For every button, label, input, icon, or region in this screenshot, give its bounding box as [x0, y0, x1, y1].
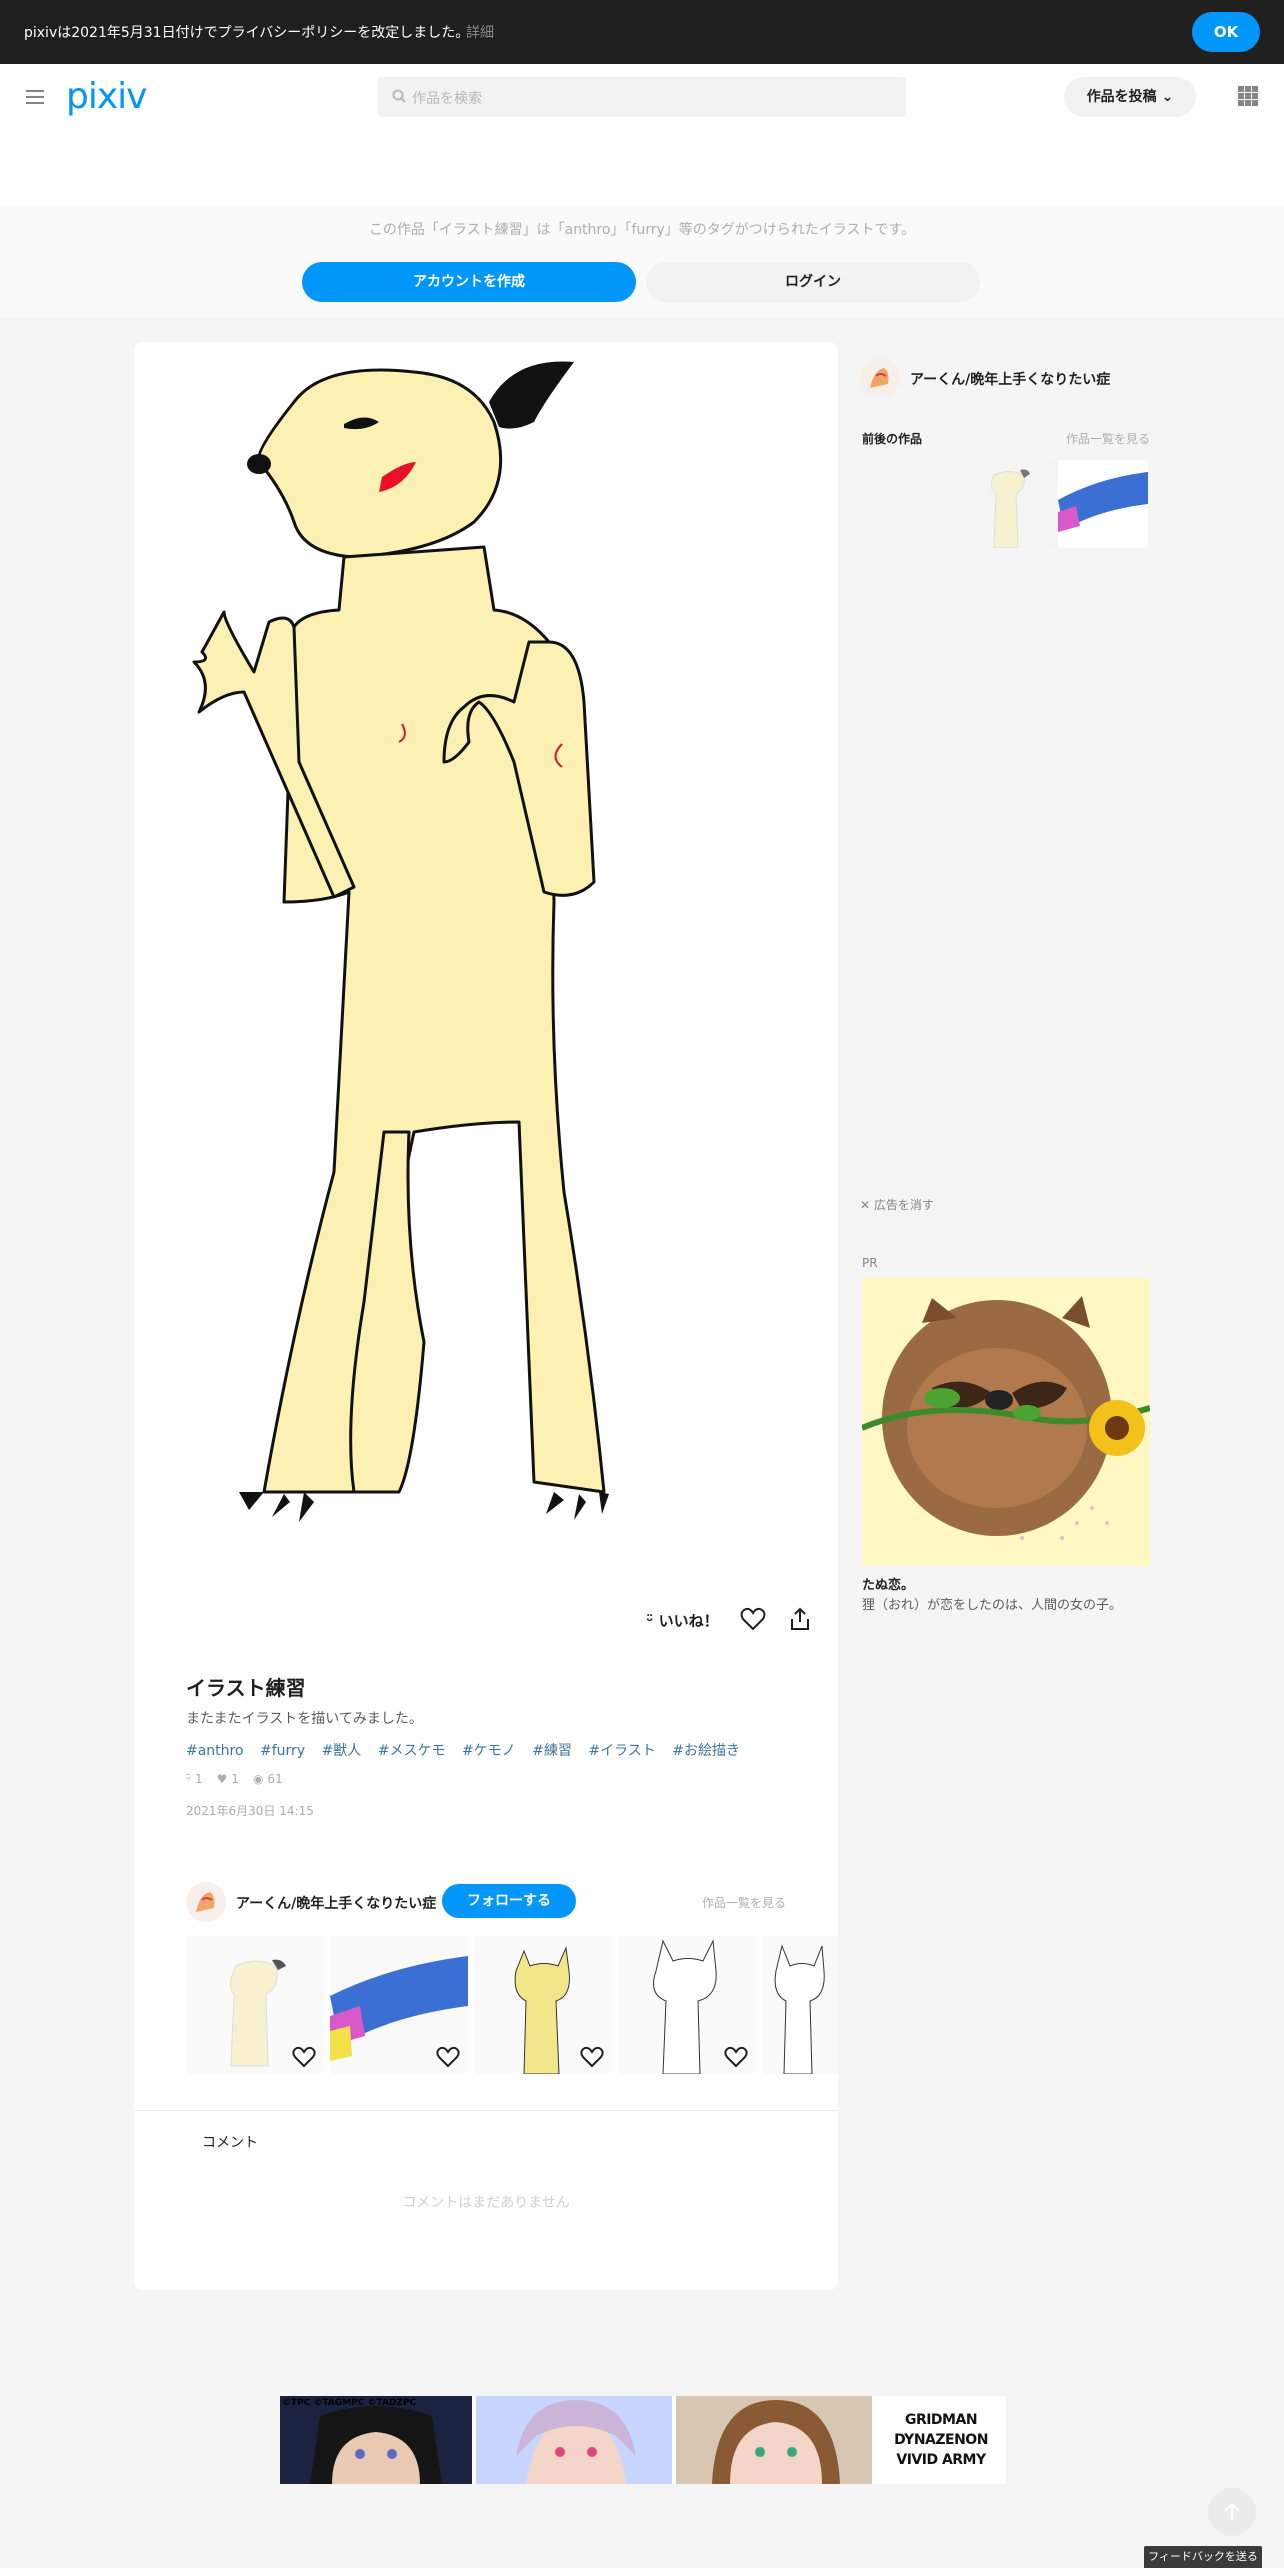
- avatar[interactable]: [860, 358, 900, 398]
- tag-item[interactable]: #練習: [532, 1743, 572, 1759]
- like-label: いいね！: [658, 1612, 719, 1630]
- author-works-strip: [186, 1936, 838, 2076]
- view-count: 61: [267, 1772, 283, 1786]
- ad-title[interactable]: たぬ恋。: [862, 1574, 914, 1593]
- banner-logo-dynazenon: DYNAZENON: [894, 2432, 988, 2448]
- artwork-card: ᵕ̈ いいね！ イラスト練習 またまたイラストを描いてみました。 #anthro…: [134, 342, 838, 2290]
- heart-icon[interactable]: [724, 2046, 748, 2068]
- search-icon: [392, 89, 406, 103]
- artwork-image[interactable]: [154, 342, 814, 1572]
- heart-icon[interactable]: [292, 2046, 316, 2068]
- tag-item[interactable]: #ケモノ: [462, 1743, 516, 1759]
- arrow-up-icon: [1224, 2502, 1240, 2520]
- grid-icon[interactable]: [1238, 86, 1258, 106]
- see-all-works-link[interactable]: 作品一覧を見る: [702, 1894, 786, 1911]
- divider: [134, 2110, 838, 2111]
- heart-icon: ♥: [216, 1772, 228, 1786]
- pr-label: PR: [862, 1256, 878, 1270]
- tag-item[interactable]: #furry: [260, 1743, 305, 1759]
- banner-panel-3: [676, 2396, 872, 2484]
- close-icon: ✕: [860, 1198, 874, 1212]
- hamburger-icon[interactable]: [26, 90, 44, 104]
- banner-panel-1: [280, 2396, 472, 2484]
- author-row: アーくん/晩年上手くなりたい症 フォローする 作品一覧を見る: [186, 1882, 786, 1922]
- artwork-stats: ᵕ̈ 1 ♥ 1 ◉ 61: [186, 1772, 283, 1786]
- work-thumbnail[interactable]: [762, 1936, 838, 2074]
- eye-icon: ◉: [253, 1772, 264, 1786]
- login-button[interactable]: ログイン: [646, 262, 980, 302]
- pixiv-logo[interactable]: pixiv: [66, 76, 147, 117]
- site-header: pixiv 作品を検索 作品を投稿 ⌄: [0, 64, 1284, 207]
- post-artwork-label: 作品を投稿: [1086, 89, 1157, 105]
- notice-ok-button[interactable]: OK: [1192, 12, 1260, 52]
- artwork-caption: またまたイラストを描いてみました。: [186, 1711, 423, 1727]
- tag-item[interactable]: #獣人: [322, 1743, 362, 1759]
- chevron-down-icon: ⌄: [1161, 89, 1174, 105]
- artwork-title: イラスト練習: [186, 1676, 306, 1700]
- like-button[interactable]: ᵕ̈ いいね！: [646, 1610, 719, 1631]
- work-thumbnail[interactable]: [618, 1936, 756, 2074]
- tag-banner: この作品「イラスト練習」は「anthro」「furry」等のタグがつけられたイラ…: [0, 207, 1284, 318]
- author-name[interactable]: アーくん/晩年上手くなりたい症: [236, 1893, 436, 1913]
- banner-panel-2: [476, 2396, 672, 2484]
- search-placeholder: 作品を検索: [412, 91, 482, 107]
- scroll-to-top-button[interactable]: [1208, 2488, 1256, 2536]
- heart-icon[interactable]: [436, 2046, 460, 2068]
- feedback-button[interactable]: フィードバックを送る: [1144, 2546, 1262, 2568]
- notice-text: pixivは2021年5月31日付けでプライバシーポリシーを改定しました。: [24, 25, 470, 41]
- prev-work-thumbnail[interactable]: [964, 460, 1054, 548]
- tag-item[interactable]: #anthro: [186, 1743, 244, 1759]
- search-input[interactable]: 作品を検索: [378, 77, 906, 117]
- bookmark-heart-icon[interactable]: [740, 1606, 766, 1632]
- tag-item[interactable]: #メスケモ: [378, 1743, 446, 1759]
- tag-item[interactable]: #お絵描き: [672, 1743, 740, 1759]
- like-count-icon: ᵕ̈: [186, 1772, 191, 1786]
- create-account-button[interactable]: アカウントを作成: [302, 262, 636, 302]
- tag-list: #anthro #furry #獣人 #メスケモ #ケモノ #練習 #イラスト …: [186, 1740, 752, 1760]
- share-icon[interactable]: [788, 1606, 812, 1632]
- sidebar-see-all-link[interactable]: 作品一覧を見る: [1066, 430, 1150, 447]
- next-work-thumbnail[interactable]: [1058, 460, 1148, 548]
- banner-logo-vivid-army: VIVID ARMY: [896, 2452, 986, 2468]
- banner-logos: GRIDMAN DYNAZENON VIVID ARMY: [876, 2396, 1006, 2484]
- remove-ad-link[interactable]: ✕ 広告を消す: [860, 1196, 934, 1213]
- remove-ad-label: 広告を消す: [873, 1198, 934, 1212]
- sidebar-author-name[interactable]: アーくん/晩年上手くなりたい症: [910, 369, 1110, 389]
- work-thumbnail[interactable]: [474, 1936, 612, 2074]
- bookmark-count: 1: [231, 1772, 240, 1786]
- tag-item[interactable]: #イラスト: [588, 1743, 655, 1759]
- smile-icon: ᵕ̈: [646, 1612, 654, 1630]
- banner-credit: ©TPC ©TAGMPC ©TADZPC: [282, 2398, 417, 2408]
- work-thumbnail[interactable]: [186, 1936, 324, 2074]
- follow-button[interactable]: フォローする: [442, 1884, 576, 1918]
- prev-next-heading: 前後の作品: [862, 432, 923, 446]
- notice-details-link[interactable]: 詳細: [466, 22, 494, 42]
- like-count: 1: [194, 1772, 203, 1786]
- tag-banner-message: この作品「イラスト練習」は「anthro」「furry」等のタグがつけられたイラ…: [368, 222, 916, 238]
- ad-description: 狸（おれ）が恋をしたのは、人間の女の子。: [862, 1598, 1123, 1613]
- ad-image[interactable]: [862, 1278, 1150, 1566]
- work-thumbnail[interactable]: [330, 1936, 468, 2074]
- banner-logo-gridman: GRIDMAN: [904, 2412, 978, 2428]
- heart-icon[interactable]: [580, 2046, 604, 2068]
- no-comments-text: コメントはまだありません: [402, 2195, 570, 2211]
- privacy-notice-bar: pixivは2021年5月31日付けでプライバシーポリシーを改定しました。 詳細…: [0, 0, 1284, 64]
- bottom-ad-banner[interactable]: ©TPC ©TAGMPC ©TADZPC GRIDMAN DYNAZENON V…: [280, 2396, 1006, 2484]
- avatar[interactable]: [186, 1882, 226, 1922]
- comments-heading: コメント: [202, 2135, 258, 2151]
- post-date: 2021年6月30日 14:15: [186, 1804, 314, 1818]
- post-artwork-button[interactable]: 作品を投稿 ⌄: [1064, 77, 1196, 117]
